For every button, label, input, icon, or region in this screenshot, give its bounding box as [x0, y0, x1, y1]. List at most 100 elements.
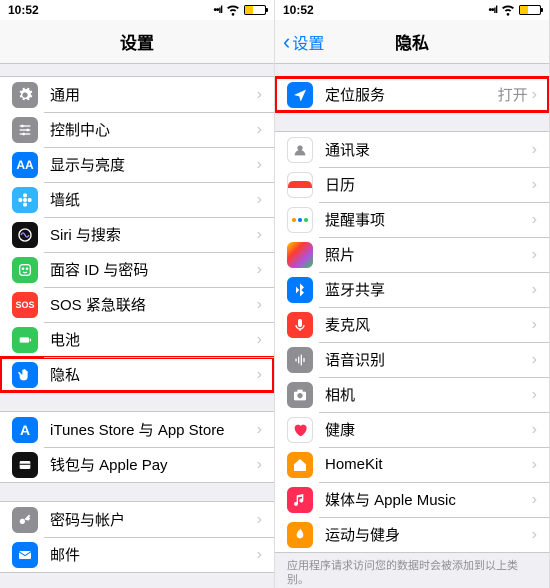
- settings-pane-left: 10:52 ••ıl 设置 通用›控制中心›AA显示与亮度›墙纸›Siri 与搜…: [0, 0, 275, 588]
- homekit-row[interactable]: HomeKit›: [275, 447, 549, 482]
- display-icon: AA: [12, 152, 38, 178]
- display-row[interactable]: AA 显示与亮度›: [0, 147, 274, 182]
- row-label: 相机: [325, 384, 532, 405]
- contacts-row[interactable]: 通讯录›: [275, 132, 549, 167]
- chevron-right-icon: ›: [257, 366, 262, 384]
- row-label: HomeKit: [325, 456, 532, 473]
- mail-icon: [12, 542, 38, 568]
- chevron-right-icon: ›: [257, 261, 262, 279]
- wifi-icon: [225, 1, 241, 20]
- camera-row[interactable]: 相机›: [275, 377, 549, 412]
- chevron-right-icon: ›: [532, 491, 537, 509]
- sos-row[interactable]: SOSSOS 紧急联络›: [0, 287, 274, 322]
- chevron-right-icon: ›: [532, 421, 537, 439]
- row-label: 日历: [325, 174, 532, 195]
- general-icon: [12, 82, 38, 108]
- row-label: 语音识别: [325, 349, 532, 370]
- chevron-right-icon: ›: [532, 86, 537, 104]
- health-row[interactable]: 健康›: [275, 412, 549, 447]
- chevron-right-icon: ›: [257, 156, 262, 174]
- activity-icon: [287, 522, 313, 548]
- control-center-icon: [12, 117, 38, 143]
- row-label: 显示与亮度: [50, 154, 257, 175]
- wallet-row[interactable]: 钱包与 Apple Pay›: [0, 447, 274, 482]
- row-label: 电池: [50, 329, 257, 350]
- battery-row[interactable]: 电池›: [0, 322, 274, 357]
- siri-icon: [12, 222, 38, 248]
- wifi-icon: [500, 1, 516, 20]
- activity-row[interactable]: 运动与健身›: [275, 517, 549, 552]
- mail-row[interactable]: 邮件›: [0, 537, 274, 572]
- wallpaper-row[interactable]: 墙纸›: [0, 182, 274, 217]
- chevron-right-icon: ›: [532, 246, 537, 264]
- location-row[interactable]: 定位服务打开›: [275, 77, 549, 112]
- bluetooth-icon: [287, 277, 313, 303]
- signal-icon: ••ıl: [488, 5, 497, 16]
- passwords-row[interactable]: 密码与帐户›: [0, 502, 274, 537]
- calendar-row[interactable]: 日历›: [275, 167, 549, 202]
- music-icon: [287, 487, 313, 513]
- status-bar: 10:52 ••ıl: [275, 0, 549, 20]
- wallet-icon: [12, 452, 38, 478]
- row-label: 通讯录: [325, 139, 532, 160]
- row-label: 通用: [50, 84, 257, 105]
- row-label: 蓝牙共享: [325, 279, 532, 300]
- appstore-row[interactable]: AiTunes Store 与 App Store›: [0, 412, 274, 447]
- privacy-pane-right: 10:52 ••ıl ‹ 设置 隐私 定位服务打开›通讯录›日历›提醒事项›照片…: [275, 0, 550, 588]
- photos-icon: [287, 242, 313, 268]
- control-center-row[interactable]: 控制中心›: [0, 112, 274, 147]
- reminders-row[interactable]: 提醒事项›: [275, 202, 549, 237]
- location-icon: [287, 82, 313, 108]
- photos-row[interactable]: 照片›: [275, 237, 549, 272]
- nav-bar: 设置: [0, 20, 274, 64]
- row-label: 面容 ID 与密码: [50, 259, 257, 280]
- passwords-icon: [12, 507, 38, 533]
- chevron-right-icon: ›: [257, 421, 262, 439]
- status-right: ••ıl: [488, 1, 541, 20]
- reminders-icon: [287, 207, 313, 233]
- calendar-icon: [287, 172, 313, 198]
- battery-icon: [244, 5, 266, 15]
- faceid-row[interactable]: 面容 ID 与密码›: [0, 252, 274, 287]
- back-button[interactable]: ‹ 设置: [283, 30, 324, 54]
- battery-icon: [12, 327, 38, 353]
- row-label: 邮件: [50, 544, 257, 565]
- status-time: 10:52: [283, 3, 314, 17]
- chevron-right-icon: ›: [532, 351, 537, 369]
- speech-row[interactable]: 语音识别›: [275, 342, 549, 377]
- privacy-list[interactable]: 定位服务打开›通讯录›日历›提醒事项›照片›蓝牙共享›麦克风›语音识别›相机›健…: [275, 64, 549, 588]
- row-label: 麦克风: [325, 314, 532, 335]
- wallpaper-icon: [12, 187, 38, 213]
- privacy-icon: [12, 362, 38, 388]
- row-label: 控制中心: [50, 119, 257, 140]
- music-row[interactable]: 媒体与 Apple Music›: [275, 482, 549, 517]
- faceid-icon: [12, 257, 38, 283]
- chevron-right-icon: ›: [532, 386, 537, 404]
- microphone-row[interactable]: 麦克风›: [275, 307, 549, 342]
- row-label: 墙纸: [50, 189, 257, 210]
- general-row[interactable]: 通用›: [0, 77, 274, 112]
- row-label: 定位服务: [325, 84, 498, 105]
- page-title: 设置: [120, 29, 154, 54]
- row-label: 运动与健身: [325, 524, 532, 545]
- siri-row[interactable]: Siri 与搜索›: [0, 217, 274, 252]
- settings-list[interactable]: 通用›控制中心›AA显示与亮度›墙纸›Siri 与搜索›面容 ID 与密码›SO…: [0, 64, 274, 588]
- row-label: 钱包与 Apple Pay: [50, 454, 257, 475]
- chevron-right-icon: ›: [532, 526, 537, 544]
- status-time: 10:52: [8, 3, 39, 17]
- row-label: 隐私: [50, 364, 257, 385]
- row-label: Siri 与搜索: [50, 224, 257, 245]
- footer-text: 应用程序请求访问您的数据时会被添加到以上类别。: [275, 553, 549, 588]
- appstore-icon: A: [12, 417, 38, 443]
- back-label: 设置: [292, 30, 324, 54]
- chevron-right-icon: ›: [257, 511, 262, 529]
- chevron-right-icon: ›: [257, 226, 262, 244]
- privacy-row[interactable]: 隐私›: [0, 357, 274, 392]
- chevron-right-icon: ›: [532, 176, 537, 194]
- chevron-right-icon: ›: [257, 86, 262, 104]
- row-detail: 打开: [498, 84, 528, 105]
- chevron-right-icon: ›: [257, 331, 262, 349]
- row-label: 媒体与 Apple Music: [325, 489, 532, 510]
- row-label: SOS 紧急联络: [50, 294, 257, 315]
- bluetooth-row[interactable]: 蓝牙共享›: [275, 272, 549, 307]
